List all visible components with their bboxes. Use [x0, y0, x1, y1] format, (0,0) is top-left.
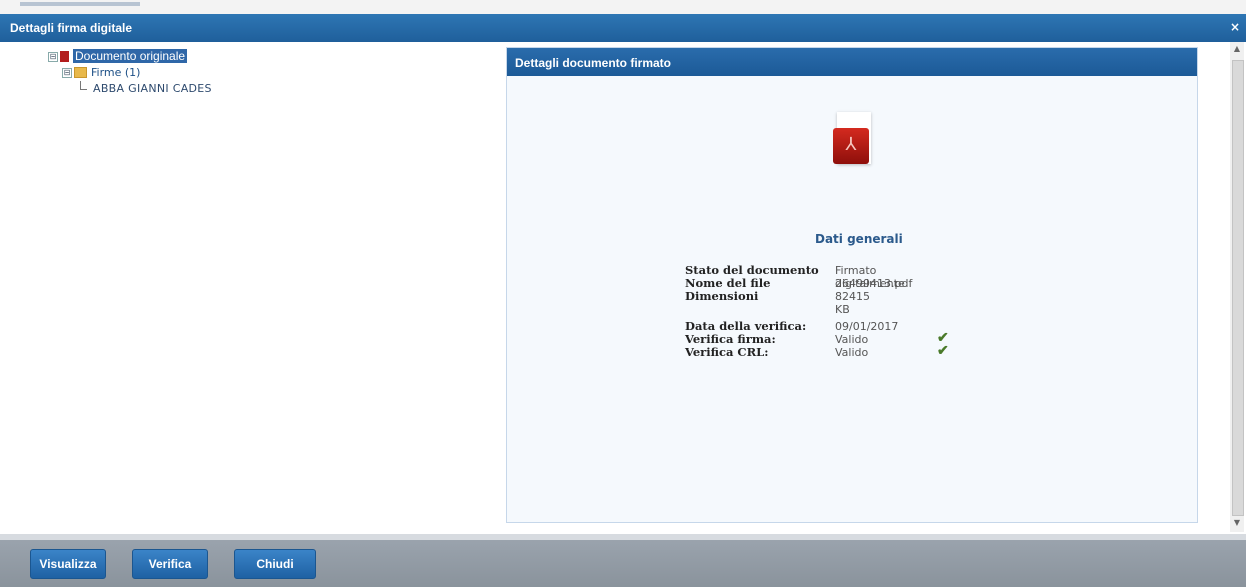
collapse-icon[interactable]: ⊟ [48, 51, 58, 62]
panel-header: Dettagli documento firmato [507, 48, 1197, 76]
scroll-thumb[interactable] [1232, 60, 1244, 516]
close-button[interactable]: Chiudi [234, 549, 316, 579]
info-label: Dimensioni [685, 289, 759, 303]
tree-label-document[interactable]: Documento originale [73, 49, 188, 63]
verification-value: Valido [835, 333, 869, 346]
pdf-badge: ⅄ [833, 128, 869, 164]
digital-signature-dialog: Dettagli firma digitale × ⊟ Documento ori… [0, 0, 1246, 587]
top-strip-decoration [20, 2, 140, 6]
tree-node-signatures[interactable]: ⊟ Firme (1) [48, 64, 212, 80]
panel-body: ⅄ Dati generali Stato del documento Firm… [507, 76, 1197, 522]
panel-title: Dettagli documento firmato [515, 56, 672, 70]
collapse-icon[interactable]: ⊟ [62, 67, 72, 78]
tree-node-signer[interactable]: ABBA GIANNI CADES [48, 80, 212, 96]
info-value: 26499413.pdf [835, 277, 913, 290]
folder-icon [74, 67, 87, 78]
signature-tree: ⊟ Documento originale ⊟ Firme (1) ABBA GIA… [48, 48, 212, 96]
dialog-content: ⊟ Documento originale ⊟ Firme (1) ABBA GIA… [0, 42, 1246, 534]
scroll-down-icon[interactable]: ▼ [1230, 518, 1244, 530]
pdf-file-icon: ⅄ [833, 112, 873, 168]
verify-button[interactable]: Verifica [132, 549, 208, 579]
info-value: 82415 KB [835, 290, 870, 316]
checkmark-icon: ✔ [937, 343, 949, 359]
dialog-title-bar: Dettagli firma digitale × [0, 14, 1246, 42]
verification-value: Valido [835, 346, 869, 359]
vertical-scrollbar[interactable]: ▲ ▼ [1230, 42, 1244, 532]
signed-document-details-panel: Dettagli documento firmato ⅄ Dati genera… [506, 47, 1198, 523]
tree-label-signer[interactable]: ABBA GIANNI CADES [93, 82, 212, 95]
tree-label-signatures[interactable]: Firme (1) [91, 66, 140, 79]
dialog-title: Dettagli firma digitale [10, 21, 133, 35]
general-data-title: Dati generali [815, 232, 903, 246]
pdf-document-icon [60, 51, 69, 62]
view-button[interactable]: Visualizza [30, 549, 106, 579]
scroll-up-icon[interactable]: ▲ [1230, 44, 1244, 56]
top-strip [0, 0, 1246, 14]
dialog-footer: Visualizza Verifica Chiudi [0, 540, 1246, 587]
verification-value: 09/01/2017 [835, 320, 899, 333]
tree-node-document[interactable]: ⊟ Documento originale [48, 48, 212, 64]
tree-connector [80, 81, 87, 90]
close-icon[interactable]: × [1230, 20, 1240, 34]
verification-label: Verifica CRL: [685, 345, 769, 359]
